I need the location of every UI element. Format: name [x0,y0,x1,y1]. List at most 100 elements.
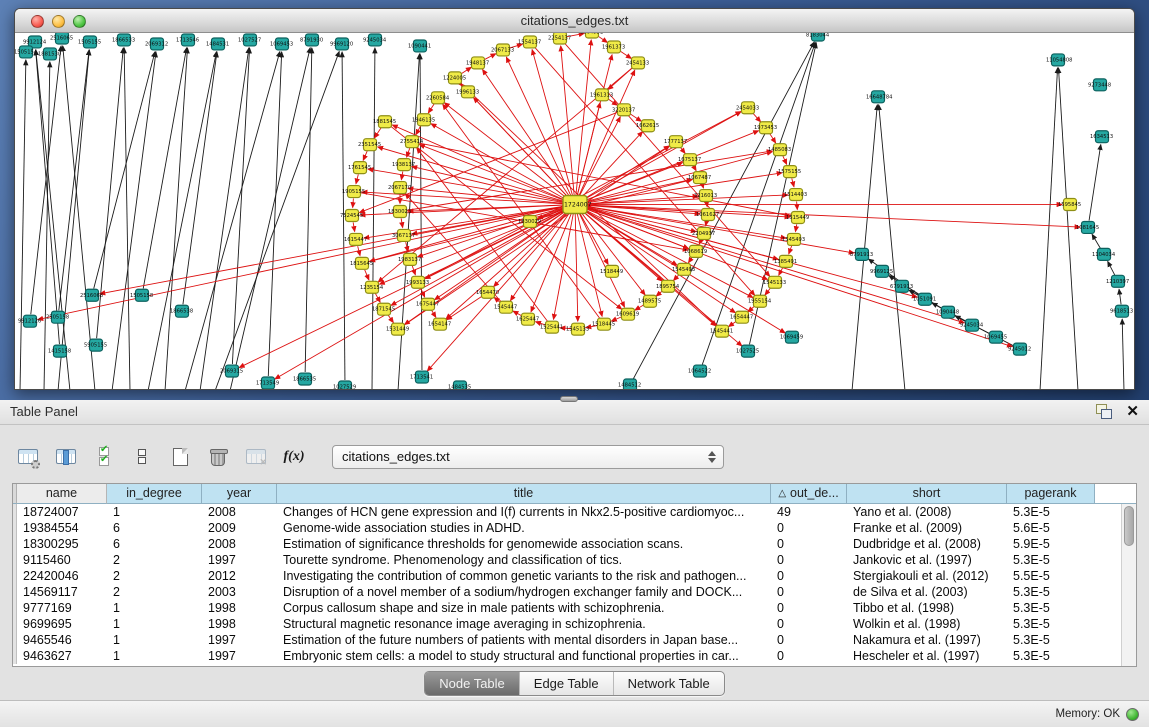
graph-edge[interactable] [435,208,570,299]
panel-divider-handle[interactable] [560,396,578,402]
cell-out_degree[interactable]: 0 [771,632,847,648]
table-row[interactable]: 946362711997Embryonic stem cells: a mode… [13,648,1136,664]
graph-edge[interactable] [582,205,1080,227]
cell-year[interactable]: 1997 [202,552,277,568]
cell-short[interactable]: Nakamura et al. (1997) [847,632,1007,648]
cell-year[interactable]: 2008 [202,504,277,520]
cell-name[interactable]: 9699695 [17,616,107,632]
tab-edge-table[interactable]: Edge Table [519,672,613,695]
cell-title[interactable]: Changes of HCN gene expression and I(f) … [277,504,771,520]
graph-edge[interactable] [185,52,280,389]
cell-in_degree[interactable]: 6 [107,536,202,552]
graph-edge[interactable] [706,221,707,225]
column-header-name[interactable]: name [17,484,107,504]
cell-name[interactable]: 9115460 [17,552,107,568]
cell-name[interactable]: 9777169 [17,600,107,616]
graph-edge[interactable] [1040,68,1058,389]
graph-edge[interactable] [797,202,798,210]
cell-year[interactable]: 1997 [202,632,277,648]
row-height-button[interactable] [128,444,156,470]
float-panel-icon[interactable] [1096,404,1112,419]
cell-year[interactable]: 2012 [202,568,277,584]
table-row[interactable]: 969969511998Structural magnetic resonanc… [13,616,1136,632]
cell-name[interactable]: 14569117 [17,584,107,600]
function-builder-button[interactable]: f(x) [280,444,308,470]
graph-edge[interactable] [792,178,794,186]
column-header-out_degree[interactable]: △out_de... [771,484,847,504]
vertical-scrollbar[interactable] [1121,504,1136,667]
cell-year[interactable]: 2009 [202,520,277,536]
cell-title[interactable]: Disruption of a novel member of a sodium… [277,584,771,600]
cell-out_degree[interactable]: 0 [771,648,847,664]
column-header-pagerank[interactable]: pagerank [1007,484,1095,504]
table-row[interactable]: 2242004622012Investigating the contribut… [13,568,1136,584]
graph-edge[interactable] [353,199,354,208]
cell-pagerank[interactable]: 5.3E-5 [1007,616,1095,632]
cell-pagerank[interactable]: 5.3E-5 [1007,600,1095,616]
cell-pagerank[interactable]: 5.9E-5 [1007,536,1095,552]
cell-title[interactable]: Investigating the contribution of common… [277,568,771,584]
cell-pagerank[interactable]: 5.3E-5 [1007,584,1095,600]
graph-edge[interactable] [852,105,877,389]
graph-edge[interactable] [789,246,792,254]
cell-in_degree[interactable]: 1 [107,648,202,664]
graph-edge[interactable] [372,48,375,389]
cell-pagerank[interactable]: 5.3E-5 [1007,504,1095,520]
graph-edge[interactable] [1119,289,1121,304]
graph-edge[interactable] [1122,319,1124,389]
graph-edge[interactable] [1089,145,1101,221]
graph-edge[interactable] [702,43,815,365]
graph-edge[interactable] [148,52,216,389]
cell-in_degree[interactable]: 2 [107,552,202,568]
cell-in_degree[interactable]: 2 [107,568,202,584]
cell-short[interactable]: Hescheler et al. (1997) [847,648,1007,664]
cell-name[interactable]: 19384554 [17,520,107,536]
cell-year[interactable]: 2003 [202,584,277,600]
cell-name[interactable]: 9465546 [17,632,107,648]
graph-edge[interactable] [419,143,790,216]
graph-edge[interactable] [20,60,26,389]
table-row[interactable]: 1456911722003Disruption of a novel membe… [13,584,1136,600]
scrollbar-thumb[interactable] [1124,506,1134,546]
cell-pagerank[interactable]: 5.3E-5 [1007,552,1095,568]
cell-out_degree[interactable]: 49 [771,504,847,520]
cell-year[interactable]: 1998 [202,600,277,616]
graph-edge[interactable] [582,207,1013,347]
cell-short[interactable]: Tibbo et al. (1998) [847,600,1007,616]
graph-edge[interactable] [432,310,436,317]
graph-edge[interactable] [575,211,578,321]
graph-edge[interactable] [356,174,358,183]
column-header-year[interactable]: year [202,484,277,504]
cell-out_degree[interactable]: 0 [771,520,847,536]
graph-edge[interactable] [388,315,393,323]
graph-edge[interactable] [795,224,796,231]
graph-edge[interactable] [63,46,95,389]
cell-short[interactable]: Yano et al. (2008) [847,504,1007,520]
network-canvas[interactable]: 9912124251606515051551866533206931217135… [15,33,1134,389]
cell-in_degree[interactable]: 1 [107,632,202,648]
graph-edge[interactable] [879,105,905,389]
cell-title[interactable]: Embryonic stem cells: a model to study s… [277,648,771,664]
graph-edge[interactable] [374,128,381,138]
cell-title[interactable]: Structural magnetic resonance image aver… [277,616,771,632]
graph-edge[interactable] [770,134,776,143]
graph-edge[interactable] [353,222,355,231]
graph-edge[interactable] [561,46,575,198]
select-columns-button[interactable]: ✔ ✔ [90,444,118,470]
graph-edge[interactable] [416,126,421,135]
cell-out_degree[interactable]: 0 [771,584,847,600]
column-header-in_degree[interactable]: in_degree [107,484,202,504]
cell-year[interactable]: 1998 [202,616,277,632]
cell-short[interactable]: Franke et al. (2009) [847,520,1007,536]
close-window-button[interactable] [31,15,44,28]
graph-edge[interactable] [553,211,573,319]
cell-in_degree[interactable]: 1 [107,600,202,616]
tab-node-table[interactable]: Node Table [425,672,519,695]
cell-name[interactable]: 18300295 [17,536,107,552]
graph-edge[interactable] [483,70,572,199]
graph-edge[interactable] [447,296,483,320]
cell-in_degree[interactable]: 1 [107,616,202,632]
graph-edge[interactable] [461,67,471,74]
cell-pagerank[interactable]: 5.5E-5 [1007,568,1095,584]
graph-edge[interactable] [58,50,89,389]
